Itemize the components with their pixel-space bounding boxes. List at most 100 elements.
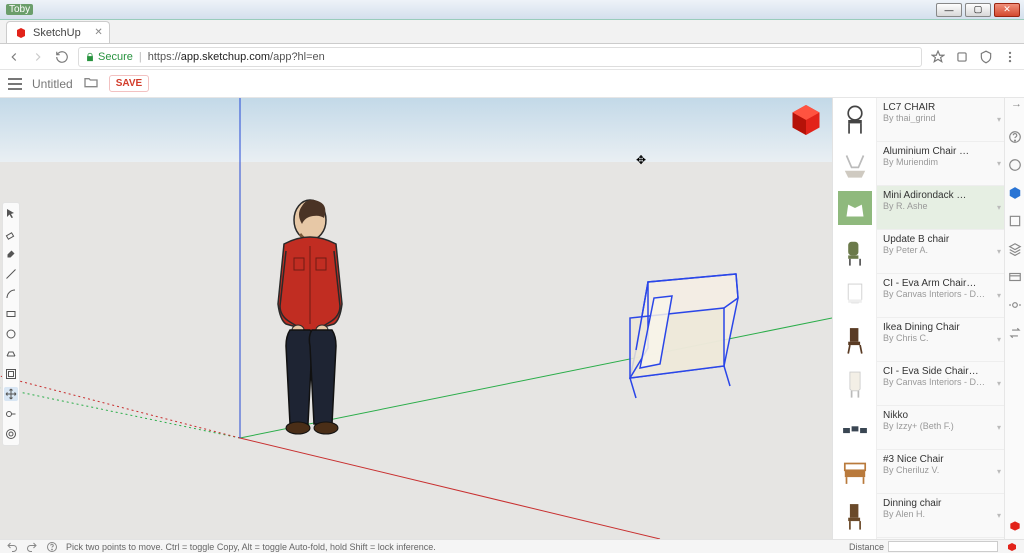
app-menu-button[interactable] (8, 78, 22, 90)
browser-tab-sketchup[interactable]: SketchUp ✕ (6, 21, 110, 43)
status-undo-button[interactable] (6, 541, 18, 553)
warehouse-thumb (833, 98, 877, 142)
chevron-down-icon[interactable]: ▾ (994, 406, 1004, 449)
warehouse-item[interactable]: CI - Eva Side Chair…By Canvas Interiors … (833, 362, 1004, 406)
app-main: ✥ LC7 CHAIRBy thai_grind▾Aluminium Chair… (0, 98, 1024, 539)
rail-info-button[interactable] (1008, 158, 1022, 172)
sketchup-logo (788, 102, 824, 138)
tool-select[interactable] (4, 207, 18, 221)
warehouse-thumb (833, 318, 877, 362)
warehouse-item[interactable]: CI - Eva Arm Chair…By Canvas Interiors -… (833, 274, 1004, 318)
rail-sketchup-icon[interactable] (1008, 519, 1022, 533)
chevron-down-icon[interactable]: ▾ (994, 142, 1004, 185)
browser-shield-button[interactable] (978, 49, 994, 65)
rail-display-button[interactable] (1008, 298, 1022, 312)
browser-addressbar: Secure | https://app.sketchup.com/app?hl… (0, 44, 1024, 70)
window-minimize-button[interactable]: — (936, 3, 962, 17)
warehouse-item[interactable]: NikkoBy Izzy+ (Beth F.) ▾ (833, 406, 1004, 450)
browser-url-field[interactable]: Secure | https://app.sketchup.com/app?hl… (78, 47, 922, 67)
status-help-button[interactable] (46, 541, 58, 553)
warehouse-item-title: CI - Eva Arm Chair… (883, 278, 988, 289)
warehouse-item-author: By Muriendim (883, 157, 988, 167)
warehouse-thumb (833, 142, 877, 186)
rail-swap-button[interactable] (1008, 326, 1022, 340)
tool-text[interactable] (4, 427, 18, 441)
tool-rectangle[interactable] (4, 307, 18, 321)
warehouse-item-title: Nikko (883, 410, 988, 421)
warehouse-item-title: #3 Nice Chair (883, 454, 988, 465)
close-icon[interactable]: ✕ (94, 27, 102, 38)
tool-arc[interactable] (4, 287, 18, 301)
rail-layers-button[interactable] (1008, 242, 1022, 256)
browser-url-text: https://app.sketchup.com/app?hl=en (148, 51, 325, 63)
warehouse-thumb (833, 230, 877, 274)
sketchup-favicon (15, 27, 27, 39)
tool-pushpull[interactable] (4, 347, 18, 361)
browser-reload-button[interactable] (54, 49, 70, 65)
rail-collapse-button[interactable]: → (1011, 98, 1022, 110)
warehouse-item-title: Ikea Dining Chair (883, 322, 988, 333)
move-cursor-icon: ✥ (636, 153, 646, 167)
rail-scenes-button[interactable] (1008, 270, 1022, 284)
tool-paint[interactable] (4, 247, 18, 261)
chevron-down-icon[interactable]: ▾ (994, 98, 1004, 141)
warehouse-item-author: By Alen H. (883, 509, 988, 519)
browser-back-button[interactable] (6, 49, 22, 65)
tool-tape[interactable] (4, 407, 18, 421)
browser-star-button[interactable] (930, 49, 946, 65)
warehouse-item[interactable]: Ikea Dining ChairBy Chris C.▾ (833, 318, 1004, 362)
right-rail: → (1004, 98, 1024, 539)
warehouse-item-author: By Izzy+ (Beth F.) (883, 421, 988, 431)
warehouse-item-author: By R. Ashe (883, 201, 988, 211)
tool-line[interactable] (4, 267, 18, 281)
warehouse-item[interactable]: Aluminium Chair …By Muriendim ▾ (833, 142, 1004, 186)
open-folder-button[interactable] (83, 74, 99, 93)
distance-label: Distance (849, 542, 884, 552)
chevron-down-icon[interactable]: ▾ (994, 362, 1004, 405)
warehouse-list[interactable]: LC7 CHAIRBy thai_grind▾Aluminium Chair …… (833, 98, 1004, 539)
tool-move[interactable] (4, 387, 18, 401)
warehouse-thumb (833, 362, 877, 406)
app-header: Untitled SAVE (0, 70, 1024, 98)
document-title: Untitled (32, 77, 73, 91)
browser-forward-button[interactable] (30, 49, 46, 65)
toolbar-left (2, 202, 20, 446)
chevron-down-icon[interactable]: ▾ (994, 318, 1004, 361)
rail-3dwarehouse-button[interactable] (1008, 186, 1022, 200)
warehouse-item-author: By Peter A. (883, 245, 988, 255)
warehouse-item[interactable]: Mini Adirondack …By R. Ashe▾ (833, 186, 1004, 230)
warehouse-item-title: LC7 CHAIR (883, 102, 988, 113)
status-redo-button[interactable] (26, 541, 38, 553)
os-user-badge: Toby (6, 4, 33, 15)
browser-tabstrip: SketchUp ✕ (0, 20, 1024, 44)
rail-help-button[interactable] (1008, 130, 1022, 144)
chevron-down-icon[interactable]: ▾ (994, 494, 1004, 537)
warehouse-item[interactable]: Dinning chairBy Alen H.▾ (833, 494, 1004, 538)
warehouse-thumb (833, 494, 877, 538)
save-button[interactable]: SAVE (109, 75, 150, 92)
rail-materials-button[interactable] (1008, 214, 1022, 228)
warehouse-item-title: Aluminium Chair … (883, 146, 988, 157)
browser-menu-button[interactable] (1002, 49, 1018, 65)
warehouse-panel: LC7 CHAIRBy thai_grind▾Aluminium Chair …… (832, 98, 1004, 539)
warehouse-item[interactable]: Update B chairBy Peter A.▾ (833, 230, 1004, 274)
warehouse-item[interactable]: LC7 CHAIRBy thai_grind▾ (833, 98, 1004, 142)
warehouse-item[interactable]: #3 Nice ChairBy Cheriluz V.▾ (833, 450, 1004, 494)
distance-input[interactable] (888, 541, 998, 552)
tool-eraser[interactable] (4, 227, 18, 241)
tool-circle[interactable] (4, 327, 18, 341)
tool-offset[interactable] (4, 367, 18, 381)
chevron-down-icon[interactable]: ▾ (994, 230, 1004, 273)
warehouse-item-author: By Canvas Interiors - Designer (883, 289, 988, 299)
lock-icon (85, 52, 95, 62)
scene-canvas (0, 98, 832, 539)
browser-extension-button[interactable] (954, 49, 970, 65)
chevron-down-icon[interactable]: ▾ (994, 186, 1004, 229)
viewport[interactable]: ✥ (0, 98, 832, 539)
warehouse-thumb (833, 274, 877, 318)
chevron-down-icon[interactable]: ▾ (994, 450, 1004, 493)
window-close-button[interactable]: ✕ (994, 3, 1020, 17)
chevron-down-icon[interactable]: ▾ (994, 274, 1004, 317)
window-maximize-button[interactable]: ▢ (965, 3, 991, 17)
warehouse-thumb (833, 450, 877, 494)
